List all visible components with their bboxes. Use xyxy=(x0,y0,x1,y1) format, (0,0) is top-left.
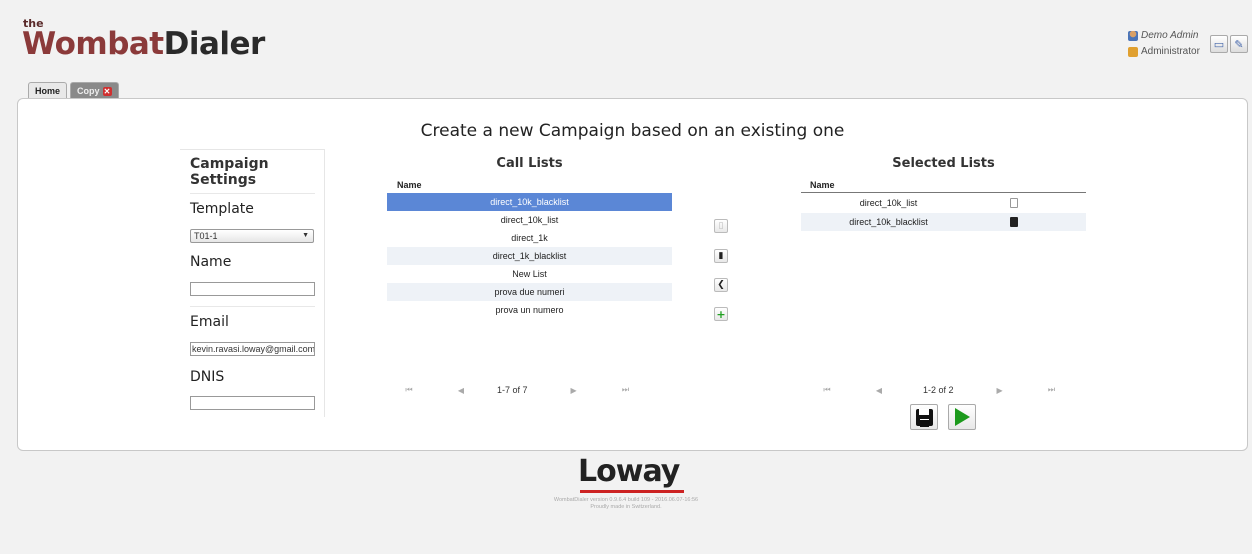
prev-page-icon[interactable]: ◀ xyxy=(873,386,885,395)
prev-page-icon[interactable]: ◀ xyxy=(455,386,467,395)
list-item[interactable]: direct_10k_list xyxy=(387,211,672,229)
call-lists-title: Call Lists xyxy=(496,156,563,171)
tab-home[interactable]: Home xyxy=(28,82,68,99)
list-item[interactable]: direct_10k_list xyxy=(801,194,1086,212)
wrench-icon[interactable]: ✎ xyxy=(1230,35,1248,53)
role-icon xyxy=(1128,47,1138,57)
main-panel: Create a new Campaign based on an existi… xyxy=(17,98,1248,451)
list-item[interactable]: prova un numero xyxy=(387,301,672,319)
tab-copy-label: Copy xyxy=(77,85,100,96)
selected-lists-header[interactable]: Name xyxy=(810,180,835,190)
save-button[interactable] xyxy=(910,404,938,430)
email-field[interactable]: kevin.ravasi.loway@gmail.com xyxy=(190,342,315,356)
play-icon xyxy=(954,408,970,426)
list-item[interactable]: direct_1k xyxy=(387,229,672,247)
list-item[interactable]: prova due numeri xyxy=(387,283,672,301)
tab-bar: Home Copy ✕ xyxy=(28,82,119,99)
last-page-icon[interactable]: ⏭ xyxy=(1046,385,1058,395)
user-name[interactable]: Demo Admin xyxy=(1141,28,1198,44)
document-icon[interactable]: ▯ xyxy=(714,219,728,233)
user-role: Administrator xyxy=(1141,46,1200,57)
footer-version: WombatDialer version 0.9.6.4 build 109 -… xyxy=(0,497,1252,511)
user-icon xyxy=(1128,31,1138,41)
divider xyxy=(190,306,315,307)
logo-text: WombatDialer xyxy=(22,26,265,62)
chevron-left-icon[interactable]: ❮ xyxy=(714,278,728,292)
template-label: Template xyxy=(190,201,254,217)
list-item[interactable]: direct_10k_blacklist xyxy=(387,193,672,211)
list-item[interactable]: New List xyxy=(387,265,672,283)
version-text: WombatDialer version 0.9.6.4 build 109 -… xyxy=(553,497,699,503)
document-icon[interactable] xyxy=(1010,198,1018,208)
footer-brand[interactable]: Loway xyxy=(578,454,680,489)
brand-underline xyxy=(580,490,684,493)
divider xyxy=(801,192,1086,193)
start-button[interactable] xyxy=(948,404,976,430)
call-lists-header[interactable]: Name xyxy=(397,180,422,190)
logo-part-dialer: Dialer xyxy=(163,26,266,62)
last-page-icon[interactable]: ⏭ xyxy=(620,385,632,395)
name-label: Name xyxy=(190,254,232,270)
list-item[interactable]: direct_10k_blacklist xyxy=(801,213,1086,231)
user-info: Demo Admin Administrator xyxy=(1128,28,1200,60)
first-page-icon[interactable]: ⏮ xyxy=(403,385,415,395)
settings-title: Campaign Settings xyxy=(190,156,269,188)
app-logo: the WombatDialer xyxy=(22,17,282,62)
name-field[interactable] xyxy=(190,282,315,296)
chevron-down-icon: ▼ xyxy=(302,232,309,239)
call-lists-pager: ⏮ ◀ 1-7 of 7 ▶ ⏭ xyxy=(403,385,632,395)
tab-home-label: Home xyxy=(35,86,61,96)
tagline-text: Proudly made in Switzerland. xyxy=(590,504,662,510)
logo-part-wombat: Wombat xyxy=(22,26,164,62)
page-indicator: 1-2 of 2 xyxy=(923,385,954,395)
close-tab-icon[interactable]: ✕ xyxy=(102,86,112,96)
document-icon[interactable] xyxy=(1010,217,1018,227)
header-toolbar: ▭ ✎ xyxy=(1210,35,1248,53)
dnis-field[interactable] xyxy=(190,396,315,410)
email-label: Email xyxy=(190,314,229,330)
next-page-icon[interactable]: ▶ xyxy=(994,386,1006,395)
window-icon[interactable]: ▭ xyxy=(1210,35,1228,53)
document-icon[interactable]: ▮ xyxy=(714,249,728,263)
page-indicator: 1-7 of 7 xyxy=(497,385,528,395)
next-page-icon[interactable]: ▶ xyxy=(568,386,580,395)
list-item-name: direct_10k_list xyxy=(859,198,918,208)
page-title: Create a new Campaign based on an existi… xyxy=(420,121,845,141)
floppy-disk-icon xyxy=(915,408,933,427)
tab-copy[interactable]: Copy ✕ xyxy=(70,82,119,99)
plus-icon[interactable]: + xyxy=(714,307,728,321)
campaign-settings: Campaign Settings Template T01-1 ▼ Name E… xyxy=(180,149,325,417)
dnis-label: DNIS xyxy=(190,369,225,385)
first-page-icon[interactable]: ⏮ xyxy=(821,385,833,395)
template-value: T01-1 xyxy=(194,231,218,241)
list-item-name: direct_10k_blacklist xyxy=(849,217,928,227)
template-select[interactable]: T01-1 ▼ xyxy=(190,229,314,243)
selected-lists-pager: ⏮ ◀ 1-2 of 2 ▶ ⏭ xyxy=(821,385,1058,395)
list-item[interactable]: direct_1k_blacklist xyxy=(387,247,672,265)
selected-lists-title: Selected Lists xyxy=(892,156,995,171)
divider xyxy=(190,193,315,194)
